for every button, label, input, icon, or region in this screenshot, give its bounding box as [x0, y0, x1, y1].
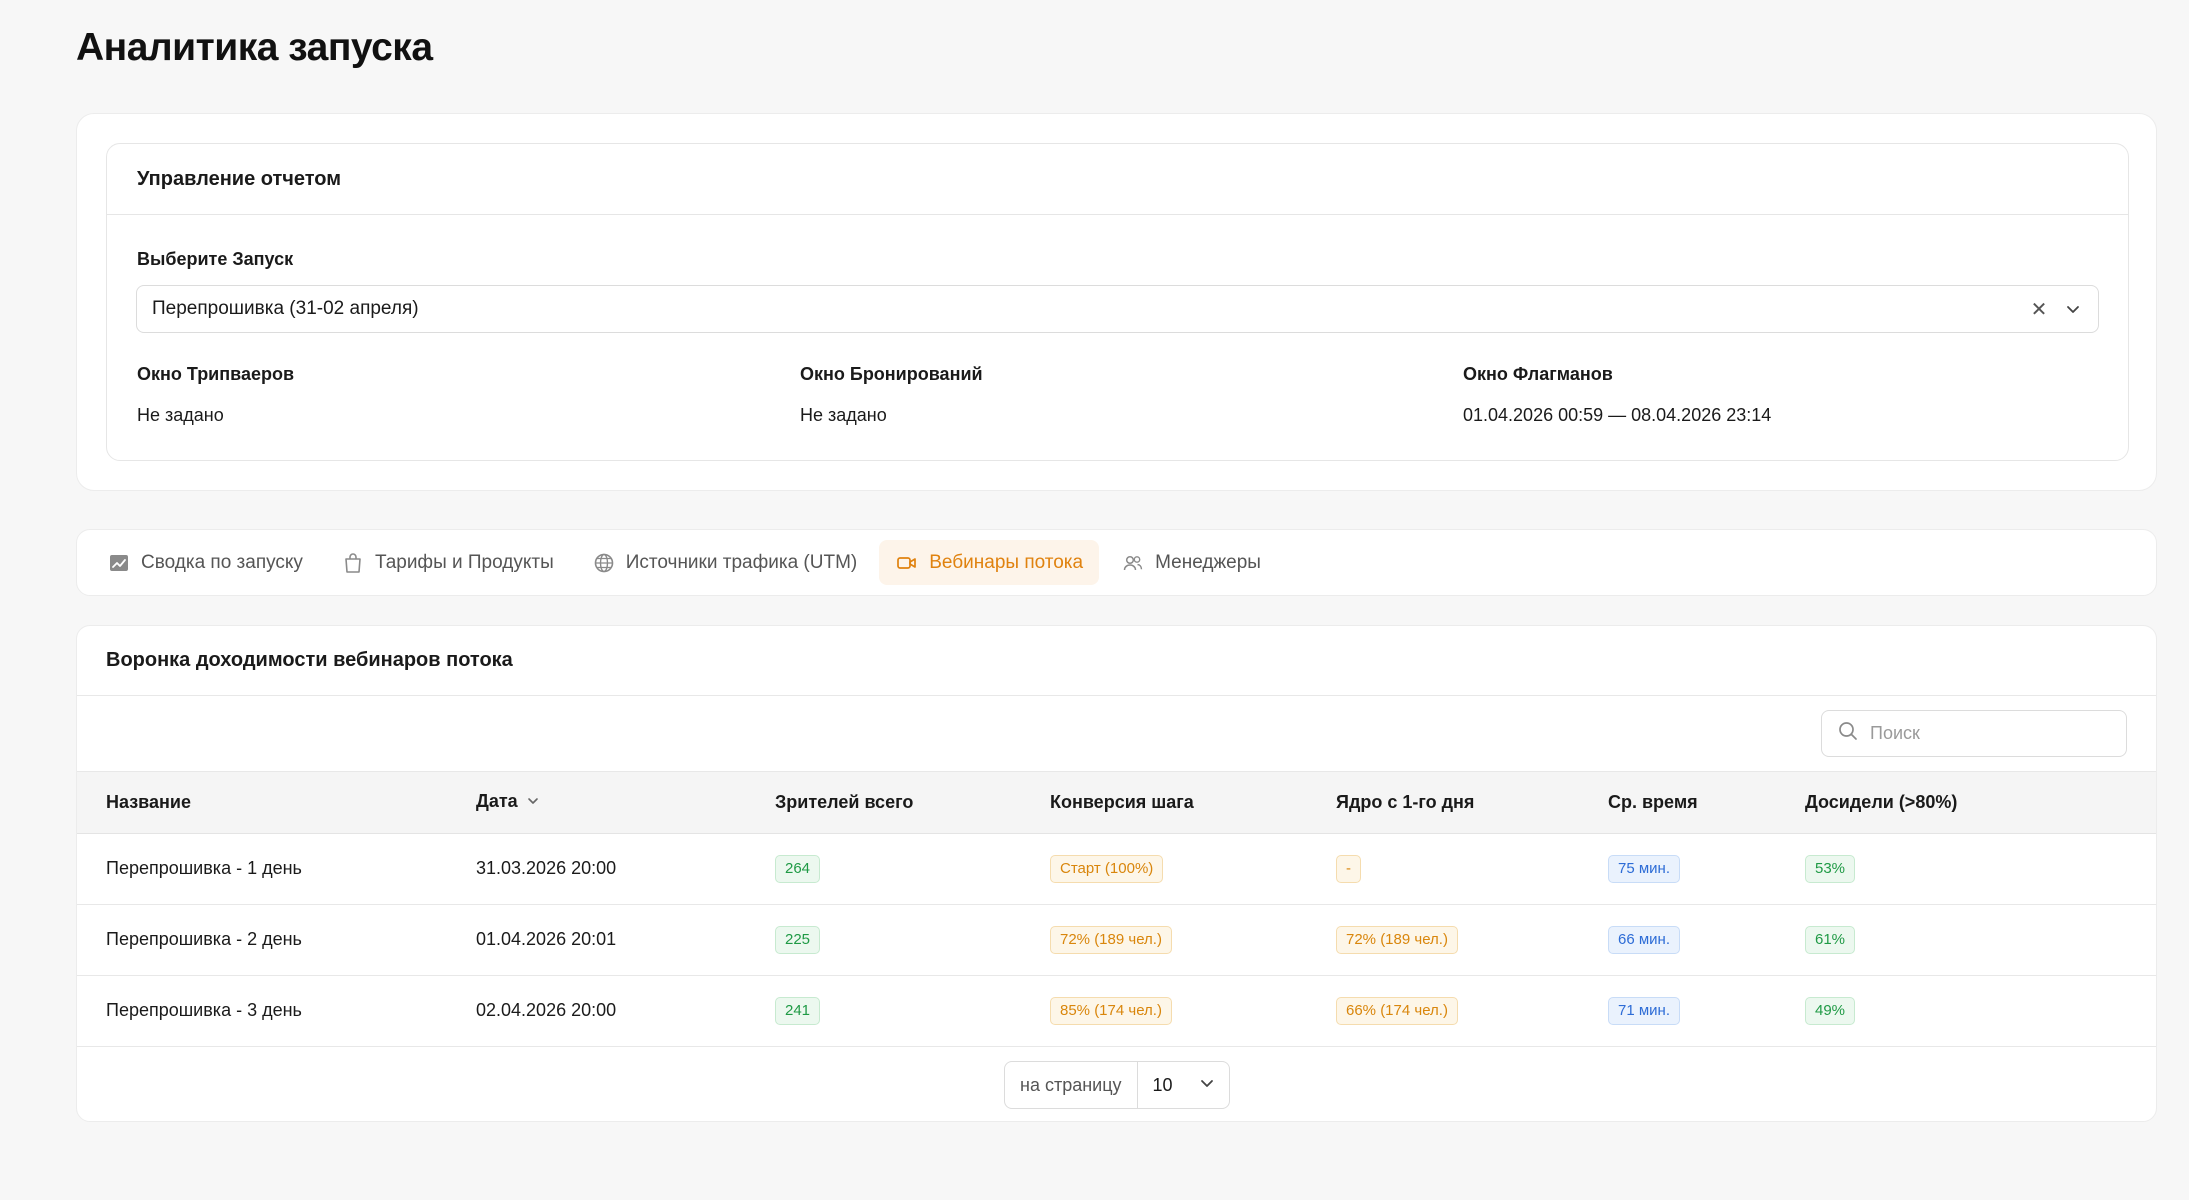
webinar-funnel-card: Воронка доходимости вебинаров потока Наз…: [76, 625, 2157, 1122]
bag-icon: [341, 551, 365, 575]
sort-down-icon[interactable]: [526, 792, 540, 813]
booking-window-label: Окно Бронирований: [800, 364, 983, 384]
avg-time-badge: 75 мин.: [1608, 854, 1680, 883]
cell-name: Перепрошивка - 1 день: [106, 858, 302, 878]
col-avg-time[interactable]: Ср. время: [1608, 772, 1805, 833]
col-stayed[interactable]: Досидели (>80%): [1805, 772, 2156, 833]
booking-window: Окно Бронирований Не задано: [800, 364, 983, 426]
viewers-badge: 264: [775, 854, 821, 883]
tab-managers-label: Менеджеры: [1155, 551, 1261, 573]
search-box[interactable]: [1821, 710, 2127, 757]
launch-select[interactable]: Перепрошивка (31-02 апреля) ✕: [136, 285, 2099, 333]
tabs-bar: Сводка по запуску Тарифы и Продукты Исто…: [76, 529, 2157, 596]
tab-tariffs-label: Тарифы и Продукты: [374, 551, 554, 573]
stayed-badge: 49%: [1805, 996, 1856, 1025]
chart-icon: [107, 551, 131, 575]
flagship-window-label: Окно Флагманов: [1463, 364, 1613, 384]
report-control-panel: Управление отчетом Выберите Запуск Переп…: [76, 113, 2157, 491]
search-icon: [1838, 721, 1858, 746]
cell-date: 01.04.2026 20:01: [476, 929, 617, 949]
webinar-table: Название Дата Зрителей всего Конверсия ш…: [77, 772, 2156, 1047]
tab-summary[interactable]: Сводка по запуску: [91, 540, 319, 585]
core-badge: 72% (189 чел.): [1336, 925, 1458, 954]
cell-date: 31.03.2026 20:00: [476, 858, 617, 878]
tab-managers[interactable]: Менеджеры: [1105, 540, 1277, 585]
launch-select-value: Перепрошивка (31-02 апреля): [152, 298, 419, 319]
search-input[interactable]: [1870, 723, 2090, 744]
tripwire-window-value: Не задано: [137, 405, 224, 425]
chevron-down-icon[interactable]: [2062, 298, 2084, 320]
table-toolbar: [77, 696, 2156, 772]
page-size-value: 10: [1152, 1074, 1173, 1095]
core-badge: 66% (174 чел.): [1336, 996, 1458, 1025]
page-size-value-wrap[interactable]: 10: [1138, 1075, 1229, 1096]
col-date-label: Дата: [476, 791, 518, 812]
avg-time-badge: 71 мин.: [1608, 996, 1680, 1025]
flagship-window-value: 01.04.2026 00:59 — 08.04.2026 23:14: [1463, 405, 1772, 425]
tripwire-window: Окно Трипваеров Не задано: [137, 364, 294, 426]
table-header-row: Название Дата Зрителей всего Конверсия ш…: [77, 772, 2156, 833]
tab-tariffs[interactable]: Тарифы и Продукты: [325, 540, 570, 585]
stayed-badge: 61%: [1805, 925, 1856, 954]
video-icon: [895, 551, 919, 575]
report-control-header: Управление отчетом: [107, 144, 2128, 215]
users-icon: [1121, 551, 1145, 575]
tab-traffic[interactable]: Источники трафика (UTM): [576, 540, 873, 585]
launch-select-label: Выберите Запуск: [137, 249, 294, 269]
cell-name: Перепрошивка - 3 день: [106, 1000, 302, 1020]
cell-date: 02.04.2026 20:00: [476, 1000, 617, 1020]
clear-icon[interactable]: ✕: [2028, 298, 2050, 321]
conversion-badge: 72% (189 чел.): [1050, 925, 1172, 954]
avg-time-badge: 66 мин.: [1608, 925, 1680, 954]
table-row[interactable]: Перепрошивка - 3 день 02.04.2026 20:00 2…: [77, 975, 2156, 1046]
stayed-badge: 53%: [1805, 854, 1856, 883]
flagship-window: Окно Флагманов 01.04.2026 00:59 — 08.04.…: [1463, 364, 1771, 426]
report-control-card: Управление отчетом Выберите Запуск Переп…: [106, 143, 2129, 461]
col-conversion[interactable]: Конверсия шага: [1050, 772, 1336, 833]
table-row[interactable]: Перепрошивка - 2 день 01.04.2026 20:01 2…: [77, 904, 2156, 975]
tab-traffic-label: Источники трафика (UTM): [625, 551, 858, 573]
col-date[interactable]: Дата: [476, 772, 775, 833]
cell-name: Перепрошивка - 2 день: [106, 929, 302, 949]
tab-webinars-label: Вебинары потока: [929, 551, 1084, 573]
col-name[interactable]: Название: [77, 772, 476, 833]
page-title: Аналитика запуска: [76, 26, 433, 69]
page-size-select[interactable]: на страницу 10: [1004, 1061, 1230, 1109]
conversion-badge: Старт (100%): [1050, 854, 1164, 883]
page-size-label: на страницу: [1005, 1062, 1138, 1108]
chevron-down-icon: [1199, 1075, 1215, 1096]
viewers-badge: 225: [775, 925, 821, 954]
table-row[interactable]: Перепрошивка - 1 день 31.03.2026 20:00 2…: [77, 833, 2156, 904]
core-badge: -: [1336, 854, 1361, 883]
conversion-badge: 85% (174 чел.): [1050, 996, 1172, 1025]
webinar-funnel-title: Воронка доходимости вебинаров потока: [77, 626, 2156, 696]
globe-icon: [592, 551, 616, 575]
col-viewers[interactable]: Зрителей всего: [775, 772, 1050, 833]
viewers-badge: 241: [775, 996, 821, 1025]
booking-window-value: Не задано: [800, 405, 887, 425]
tab-webinars[interactable]: Вебинары потока: [879, 540, 1100, 585]
tab-summary-label: Сводка по запуску: [141, 551, 303, 573]
tripwire-window-label: Окно Трипваеров: [137, 364, 295, 384]
col-core[interactable]: Ядро с 1-го дня: [1336, 772, 1608, 833]
